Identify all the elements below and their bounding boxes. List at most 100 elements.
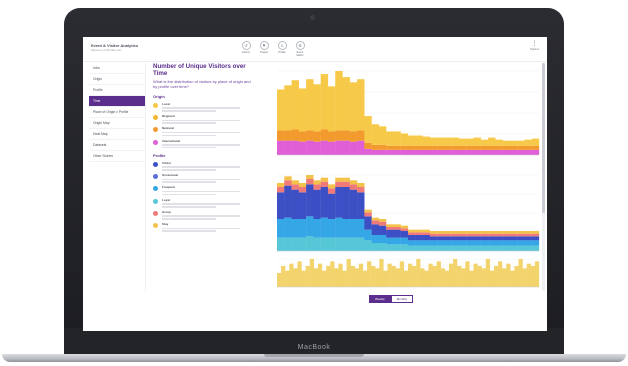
bar-segment xyxy=(357,192,365,219)
bar-segment xyxy=(358,263,364,287)
bar-segment xyxy=(477,266,482,287)
bar-segment xyxy=(429,137,438,146)
sidebar-item-time[interactable]: Time xyxy=(89,96,145,107)
bar-segment xyxy=(457,266,462,287)
bar-segment xyxy=(320,140,329,155)
options-menu-button[interactable]: ⋮ Options xyxy=(530,41,539,51)
profile-color-swatch xyxy=(153,198,158,204)
bar-segment xyxy=(437,233,445,237)
description-placeholder-line xyxy=(162,110,216,112)
scrollbar[interactable] xyxy=(542,63,545,291)
bar-segment xyxy=(306,175,314,179)
bar-segment xyxy=(335,217,343,238)
sidebar-item-other-stories[interactable]: Other Stories xyxy=(89,151,145,162)
bar-segment xyxy=(415,229,423,233)
toolbar-profile-button[interactable]: ♙ Profile xyxy=(275,41,289,57)
bar-segment xyxy=(531,240,540,246)
bar-segment xyxy=(473,240,481,246)
bar-segment xyxy=(364,116,372,143)
toggle-monthly[interactable]: Monthly xyxy=(390,295,414,303)
description-placeholder-line xyxy=(162,227,240,230)
bar-segment xyxy=(524,139,532,146)
sidebar-item-origin-x-profile[interactable]: Place of Origin x Profile xyxy=(89,107,145,118)
profile-color-swatch xyxy=(153,223,158,229)
profile-legend-label: Stay xyxy=(162,222,169,227)
bar-segment xyxy=(458,245,467,251)
bar-segment xyxy=(320,177,329,182)
sidebar-item-profile[interactable]: Profile xyxy=(89,85,145,96)
description-placeholder-line xyxy=(162,190,240,193)
toolbar-origins-button[interactable]: ⚑ Origins xyxy=(257,41,271,57)
sidebar-item-origin[interactable]: Origin xyxy=(89,74,145,85)
bar-segment xyxy=(387,263,392,287)
description-placeholder-line xyxy=(162,218,216,220)
profile-legend-item[interactable]: Group xyxy=(153,210,251,220)
sidebar-item-datasets[interactable]: Datasets xyxy=(89,140,145,151)
bar-segment xyxy=(458,138,467,146)
toolbar-event-matrix-button[interactable]: ⚙ Event Matrix xyxy=(293,41,307,57)
bar-segment xyxy=(415,149,423,155)
sidebar-item-heat-map[interactable]: Heat Map xyxy=(89,129,145,140)
bar-segment xyxy=(367,261,372,287)
bar-segment xyxy=(281,266,286,287)
bar-segment xyxy=(502,236,511,241)
profile-legend-label: Frequent xyxy=(162,185,175,190)
bar-segment xyxy=(408,135,416,146)
bar-segment xyxy=(480,149,489,155)
bar-segment xyxy=(424,270,429,287)
bar-segment xyxy=(306,79,314,131)
kebab-menu-icon: ⋮ xyxy=(531,41,538,47)
origin-legend-item[interactable]: International xyxy=(153,139,251,149)
bar-segment xyxy=(364,240,372,251)
bar-segment xyxy=(458,149,467,155)
bar-segment xyxy=(422,145,430,150)
bar-segment xyxy=(531,149,540,155)
profile-legend-text: Loyal xyxy=(162,198,244,208)
bar-segment xyxy=(386,237,394,245)
origin-legend-item[interactable]: Local xyxy=(153,102,251,112)
profile-legend-item[interactable]: Visitor xyxy=(153,161,251,171)
profile-legend-item[interactable]: Loyal xyxy=(153,198,251,208)
bar-segment xyxy=(378,144,387,150)
bar-segment xyxy=(364,142,372,149)
bar-segment xyxy=(453,259,458,287)
bar-segment xyxy=(364,148,372,155)
sidebar-item-intro[interactable]: Intro xyxy=(89,63,145,74)
bar-segment xyxy=(349,141,358,155)
toggle-weekly[interactable]: Weekly xyxy=(369,295,391,303)
bar-segment xyxy=(488,233,496,237)
scrollbar-thumb[interactable] xyxy=(542,63,545,213)
bar-segment xyxy=(306,236,314,251)
profile-legend-item[interactable]: Stay xyxy=(153,222,251,233)
bar-segment xyxy=(342,270,347,287)
bar-segment xyxy=(313,141,321,155)
bar-segment xyxy=(480,145,489,150)
bar-segment xyxy=(428,263,433,287)
bar-segment xyxy=(306,140,314,155)
profile-legend-text: Occasional xyxy=(162,173,244,183)
bar-segment xyxy=(301,270,306,287)
bar-segment xyxy=(495,145,503,150)
bar-segment xyxy=(437,240,445,246)
bar-segment xyxy=(320,187,329,218)
toolbar-history-button[interactable]: ↺ History xyxy=(239,41,253,57)
bar-segment xyxy=(502,231,511,234)
bar-segment xyxy=(386,224,394,227)
sidebar-item-origin-map[interactable]: Origin Map xyxy=(89,118,145,129)
origin-heading: Origin xyxy=(153,94,165,100)
profile-legend-item[interactable]: Frequent xyxy=(153,185,251,196)
bar-segment xyxy=(444,236,452,241)
bar-segment xyxy=(518,259,523,287)
bar-segment xyxy=(357,237,365,251)
bar-segment xyxy=(386,131,394,146)
bar-segment xyxy=(393,237,401,245)
bar-segment xyxy=(531,233,540,237)
origin-legend-item[interactable]: Regional xyxy=(153,114,251,124)
profile-legend-item[interactable]: Occasional xyxy=(153,173,251,183)
bar-segment xyxy=(509,236,518,241)
bar-segment xyxy=(495,240,503,246)
bar-segment xyxy=(349,82,358,132)
bar-segment xyxy=(327,237,336,251)
bar-segment xyxy=(357,79,365,131)
origin-legend-item[interactable]: National xyxy=(153,127,251,137)
